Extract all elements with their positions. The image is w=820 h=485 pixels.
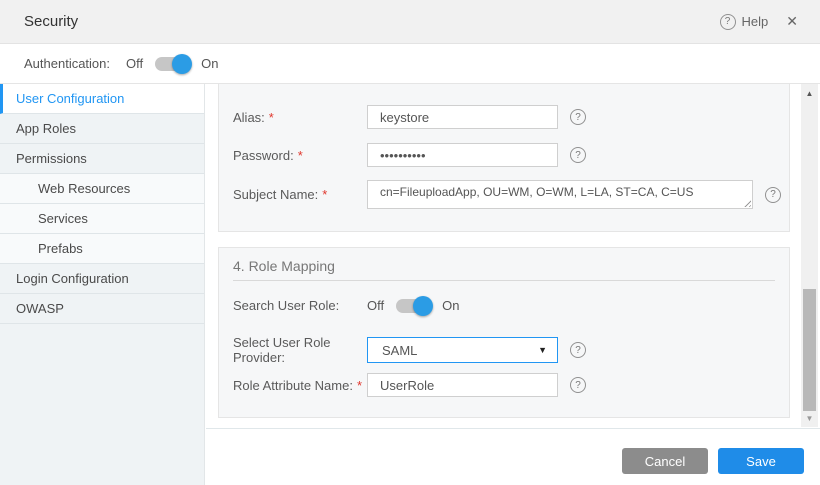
required-marker: * (357, 378, 362, 393)
password-input[interactable] (367, 143, 558, 167)
section-divider (233, 280, 775, 281)
sidebar-item-login-configuration[interactable]: Login Configuration (0, 264, 204, 294)
subject-name-textarea[interactable]: cn=FileuploadApp, OU=WM, O=WM, L=LA, ST=… (367, 180, 753, 209)
search-user-role-row: Search User Role: Off On (233, 298, 775, 313)
sidebar-item-label: OWASP (16, 301, 64, 316)
authentication-label: Authentication: (24, 56, 110, 71)
role-mapping-section: 4. Role Mapping Search User Role: Off On… (218, 247, 790, 418)
role-attribute-label: Role Attribute Name:* (233, 378, 367, 393)
scroll-up-icon[interactable]: ▲ (801, 86, 818, 100)
sidebar-item-services[interactable]: Services (0, 204, 204, 234)
help-icon[interactable]: ? (570, 147, 586, 163)
role-attribute-input[interactable] (367, 373, 558, 397)
selected-provider-value: SAML (382, 343, 417, 358)
sidebar-item-label: Login Configuration (16, 271, 129, 286)
password-label: Password:* (233, 148, 367, 163)
help-icon[interactable]: ? (765, 187, 781, 203)
required-marker: * (269, 110, 274, 125)
search-user-role-label: Search User Role: (233, 298, 367, 313)
help-icon[interactable]: ? (570, 377, 586, 393)
sidebar: User Configuration App Roles Permissions… (0, 84, 205, 485)
sidebar-item-label: User Configuration (16, 91, 124, 106)
sidebar-item-app-roles[interactable]: App Roles (0, 114, 204, 144)
provider-row: Select User Role Provider: SAML ▼ ? (233, 335, 775, 365)
sidebar-item-label: Prefabs (38, 241, 83, 256)
subject-name-label: Subject Name:* (233, 187, 367, 202)
user-role-provider-select[interactable]: SAML ▼ (367, 337, 558, 363)
authentication-on-label: On (201, 56, 218, 71)
section-title: 4. Role Mapping (233, 258, 335, 274)
help-icon[interactable]: ? (570, 109, 586, 125)
sidebar-item-owasp[interactable]: OWASP (0, 294, 204, 324)
window-header: Security ? Help ✕ (0, 0, 820, 44)
sidebar-item-permissions[interactable]: Permissions (0, 144, 204, 174)
required-marker: * (298, 148, 303, 163)
certificate-section: Alias:* ? Password:* ? Subject Name:* cn… (218, 84, 790, 232)
provider-label: Select User Role Provider: (233, 335, 367, 365)
cancel-button[interactable]: Cancel (622, 448, 708, 474)
authentication-toggle[interactable] (155, 57, 189, 71)
page-title: Security (24, 13, 78, 30)
footer-actions: Cancel Save (206, 428, 820, 485)
authentication-off-label: Off (126, 56, 143, 71)
toggle-knob (413, 296, 433, 316)
alias-input[interactable] (367, 105, 558, 129)
sidebar-item-web-resources[interactable]: Web Resources (0, 174, 204, 204)
security-dialog: Security ? Help ✕ Authentication: Off On… (0, 0, 820, 485)
scroll-down-icon[interactable]: ▼ (801, 411, 818, 425)
role-attribute-row: Role Attribute Name:* ? (233, 373, 775, 397)
alias-row: Alias:* ? (233, 105, 775, 129)
save-button[interactable]: Save (718, 448, 804, 474)
password-row: Password:* ? (233, 143, 775, 167)
sidebar-item-label: App Roles (16, 121, 76, 136)
search-role-on-label: On (442, 298, 459, 313)
alias-label: Alias:* (233, 110, 367, 125)
authentication-bar: Authentication: Off On (0, 44, 820, 84)
sidebar-item-label: Permissions (16, 151, 87, 166)
help-icon[interactable]: ? (570, 342, 586, 358)
sidebar-item-prefabs[interactable]: Prefabs (0, 234, 204, 264)
search-user-role-toggle[interactable] (396, 299, 430, 313)
content-panel: Alias:* ? Password:* ? Subject Name:* cn… (206, 84, 801, 428)
close-icon[interactable]: ✕ (782, 11, 802, 32)
help-icon: ? (720, 14, 736, 30)
subject-name-row: Subject Name:* cn=FileuploadApp, OU=WM, … (233, 180, 775, 209)
subject-name-wrap: cn=FileuploadApp, OU=WM, O=WM, L=LA, ST=… (367, 180, 753, 209)
toggle-knob (172, 54, 192, 74)
sidebar-item-user-configuration[interactable]: User Configuration (0, 84, 204, 114)
help-label: Help (742, 14, 769, 29)
search-role-off-label: Off (367, 298, 384, 313)
required-marker: * (322, 187, 327, 202)
sidebar-item-label: Services (38, 211, 88, 226)
dropdown-arrow-icon: ▼ (538, 345, 547, 355)
vertical-scrollbar[interactable]: ▲ ▼ (801, 84, 818, 427)
header-actions: ? Help ✕ (720, 11, 802, 32)
sidebar-item-label: Web Resources (38, 181, 130, 196)
help-button[interactable]: ? Help (720, 14, 769, 30)
scrollbar-thumb[interactable] (803, 289, 816, 411)
